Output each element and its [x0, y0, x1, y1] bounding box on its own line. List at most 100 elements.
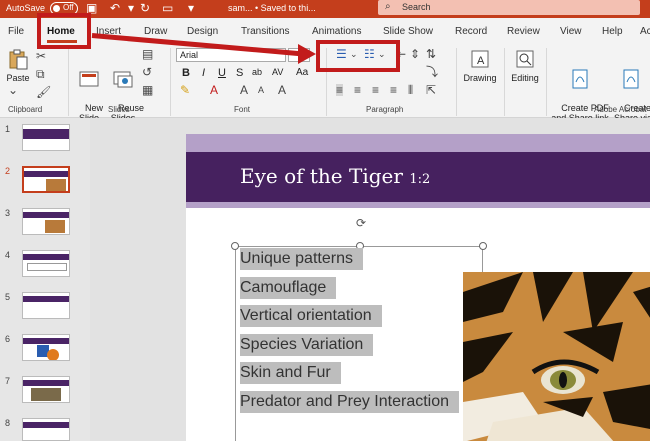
justify-icon[interactable]: ≡	[390, 84, 397, 96]
annotation-arrowhead-icon	[298, 44, 316, 64]
slide-thumbnail-7[interactable]	[22, 376, 70, 403]
group-separator	[504, 48, 505, 116]
share-pdf-icon	[623, 69, 639, 89]
bullet-item[interactable]: Predator and Prey Interaction	[240, 391, 460, 413]
paste-dropdown-icon[interactable]: ⌄	[8, 84, 18, 96]
strikethrough-button[interactable]: S	[236, 67, 243, 79]
tiger-photo[interactable]	[463, 272, 650, 441]
group-separator	[170, 48, 171, 116]
align-right-icon[interactable]: ≡	[372, 84, 379, 96]
resize-handle[interactable]	[479, 242, 487, 250]
paragraph-group-label: Paragraph	[366, 105, 404, 114]
search-icon: ⌕	[385, 1, 391, 12]
bullet-item[interactable]: Species Variation	[240, 334, 374, 356]
autosave-label: AutoSave	[6, 3, 46, 13]
highlight-icon[interactable]: ✎	[180, 84, 190, 96]
slide-thumbnail-4[interactable]	[22, 250, 70, 277]
paste-button[interactable]: Paste	[4, 48, 32, 83]
tab-animations[interactable]: Animations	[312, 26, 361, 37]
quick-access-more-icon[interactable]: ▾	[188, 1, 194, 15]
slide-thumbnail-pane: 1 2 3 4 5 6 7 8	[0, 118, 90, 441]
drawing-label: Drawing	[463, 73, 497, 83]
section-icon[interactable]: ▦	[142, 84, 153, 96]
slide-thumbnail-2[interactable]	[22, 166, 70, 193]
font-color-icon[interactable]: A	[210, 84, 218, 96]
slide-thumbnail-5[interactable]	[22, 292, 70, 319]
slide-thumbnail-6[interactable]	[22, 334, 70, 361]
tab-acrobat[interactable]: Acro	[640, 26, 650, 37]
font-group-label: Font	[234, 105, 251, 114]
clear-format-icon[interactable]: A	[278, 84, 286, 96]
tab-design[interactable]: Design	[187, 26, 218, 37]
slide-title[interactable]: Eye of the Tiger 1:2	[240, 164, 430, 188]
bullet-item[interactable]: Skin and Fur	[240, 362, 341, 384]
font-grow-icon[interactable]: A	[240, 84, 248, 96]
font-shrink-icon[interactable]: A	[258, 84, 264, 96]
text-direction-icon[interactable]: ⤵	[426, 66, 438, 78]
tab-view[interactable]: View	[560, 26, 582, 37]
reset-icon[interactable]: ↺	[142, 66, 152, 78]
document-name[interactable]: sam... • Saved to thi...	[228, 3, 316, 13]
change-case-button[interactable]: Aa	[296, 67, 308, 78]
thumb-number: 7	[5, 376, 11, 386]
slide-title-suffix: 1:2	[409, 172, 431, 187]
title-bar: AutoSave Off ▣ ↶ ▾ ↻ ▭ ▾ sam... • Saved …	[0, 0, 650, 18]
tab-help[interactable]: Help	[602, 26, 623, 37]
align-center-icon[interactable]: ≡	[354, 84, 361, 96]
tab-file[interactable]: File	[8, 26, 24, 37]
autosave-state: Off	[63, 3, 74, 12]
reuse-slides-icon	[113, 71, 133, 88]
copy-icon[interactable]: ⧉	[36, 68, 45, 80]
resize-handle[interactable]	[231, 242, 239, 250]
slide-thumbnail-3[interactable]	[22, 208, 70, 235]
slide-header-band-bottom	[186, 202, 650, 208]
cut-icon[interactable]: ✂	[36, 50, 46, 62]
bold-button[interactable]: B	[182, 67, 190, 79]
svg-text:A: A	[477, 55, 485, 67]
tab-slide-show[interactable]: Slide Show	[383, 26, 433, 37]
tab-review[interactable]: Review	[507, 26, 540, 37]
tab-draw[interactable]: Draw	[144, 26, 167, 37]
search-box[interactable]: ⌕ Search	[378, 0, 640, 15]
bullets-numbering-highlight-box	[316, 40, 400, 72]
slides-group-label: Slides	[108, 105, 130, 114]
find-icon	[516, 50, 534, 68]
group-separator	[546, 48, 547, 116]
slide-thumbnail-1[interactable]	[22, 124, 70, 151]
align-left-icon[interactable]: ≡	[336, 84, 344, 96]
bullet-item[interactable]: Camouflage	[240, 277, 337, 299]
search-placeholder: Search	[402, 2, 431, 12]
slideshow-icon[interactable]: ▭	[162, 1, 173, 15]
thumb-number: 5	[5, 292, 11, 302]
editing-label: Editing	[511, 73, 539, 83]
tab-transitions[interactable]: Transitions	[241, 26, 290, 37]
editing-button[interactable]: Editing	[508, 48, 542, 83]
home-tab-highlight-box	[37, 13, 91, 49]
columns-icon[interactable]: ⫴	[408, 84, 413, 96]
redo-icon[interactable]: ↻	[140, 1, 150, 15]
line-spacing-icon[interactable]: ⇕	[410, 48, 420, 60]
tiger-image-graphic	[463, 272, 650, 441]
tab-record[interactable]: Record	[455, 26, 487, 37]
drawing-button[interactable]: A Drawing	[462, 48, 498, 83]
align-text-icon[interactable]: ⇱	[426, 84, 436, 96]
sort-icon[interactable]: ⇅	[426, 48, 436, 60]
underline-button[interactable]: U	[218, 67, 226, 79]
slide-thumbnail-8[interactable]	[22, 418, 70, 441]
bullet-item[interactable]: Unique patterns	[240, 248, 363, 270]
italic-button[interactable]: I	[202, 67, 205, 79]
current-slide[interactable]: Eye of the Tiger 1:2 ⟳ Unique patterns C…	[186, 134, 650, 441]
shadow-button[interactable]: ab	[252, 67, 262, 77]
clipboard-group-label: Clipboard	[8, 105, 43, 114]
layout-icon[interactable]: ▤	[142, 48, 153, 60]
undo-dropdown-icon[interactable]: ▾	[128, 1, 134, 15]
format-painter-icon[interactable]: 🖌	[36, 86, 51, 98]
rotate-handle-icon[interactable]: ⟳	[354, 216, 368, 230]
group-separator	[456, 48, 457, 116]
group-separator	[68, 48, 69, 116]
undo-icon[interactable]: ↶	[110, 1, 120, 15]
new-slide-icon	[79, 71, 99, 87]
char-spacing-button[interactable]: AV	[272, 67, 283, 77]
clipboard-icon	[9, 49, 28, 70]
bullet-item[interactable]: Vertical orientation	[240, 305, 382, 327]
